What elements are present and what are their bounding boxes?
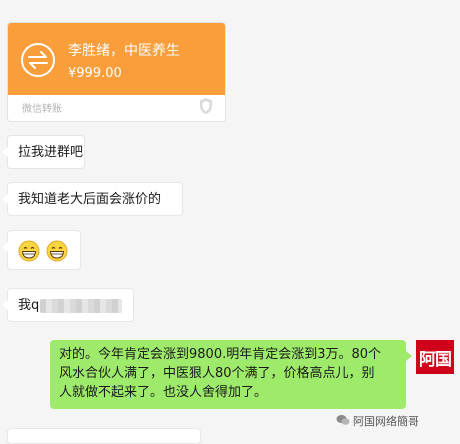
- shield-icon: [200, 98, 212, 114]
- transfer-amount: ¥999.00: [68, 66, 122, 81]
- message-bubble-partial[interactable]: [7, 428, 201, 444]
- grinning-emoji-icon: [18, 240, 40, 262]
- transfer-recipient: 李胜绪，中医养生: [68, 43, 180, 59]
- wechat-icon: [336, 415, 350, 425]
- message-text-line: 对的。今年肯定会涨到9800.明年肯定会涨到3万。80个: [59, 347, 382, 362]
- message-text-line: 人就做不起来了。也没人舍得加了。: [59, 385, 268, 400]
- message-bubble-emoji[interactable]: [2, 230, 81, 270]
- transfer-card[interactable]: 李胜绪，中医养生 ¥999.00 微信转账: [7, 22, 226, 122]
- message-text: 拉我进群吧: [18, 145, 84, 160]
- message-text-line: 风水合伙人满了，中医狠人80个满了，价格高点儿，别: [59, 366, 375, 381]
- avatar[interactable]: 阿国: [416, 340, 454, 374]
- message-text: 我知道老大后面会涨价的: [18, 192, 162, 207]
- avatar-text: 阿国: [419, 349, 452, 370]
- transfer-icon: [21, 43, 55, 77]
- transfer-footer-label: 微信转账: [22, 104, 62, 115]
- watermark-text: 阿国网络簡哥: [353, 415, 419, 428]
- message-bubble[interactable]: 拉我进群吧: [2, 135, 85, 169]
- message-text: 我q: [18, 298, 40, 313]
- message-bubble-sent[interactable]: 对的。今年肯定会涨到9800.明年肯定会涨到3万。80个 风水合伙人满了，中医狠…: [50, 340, 412, 409]
- chat-area: 李胜绪，中医养生 ¥999.00 微信转账 拉我进群吧 我知道老大后面会涨价的: [0, 0, 460, 444]
- message-bubble[interactable]: 我q: [2, 288, 134, 322]
- grinning-emoji-icon: [46, 240, 68, 262]
- message-bubble[interactable]: 我知道老大后面会涨价的: [2, 182, 183, 216]
- transfer-card-header: 李胜绪，中医养生 ¥999.00: [8, 23, 225, 95]
- redaction-blur: [40, 299, 122, 313]
